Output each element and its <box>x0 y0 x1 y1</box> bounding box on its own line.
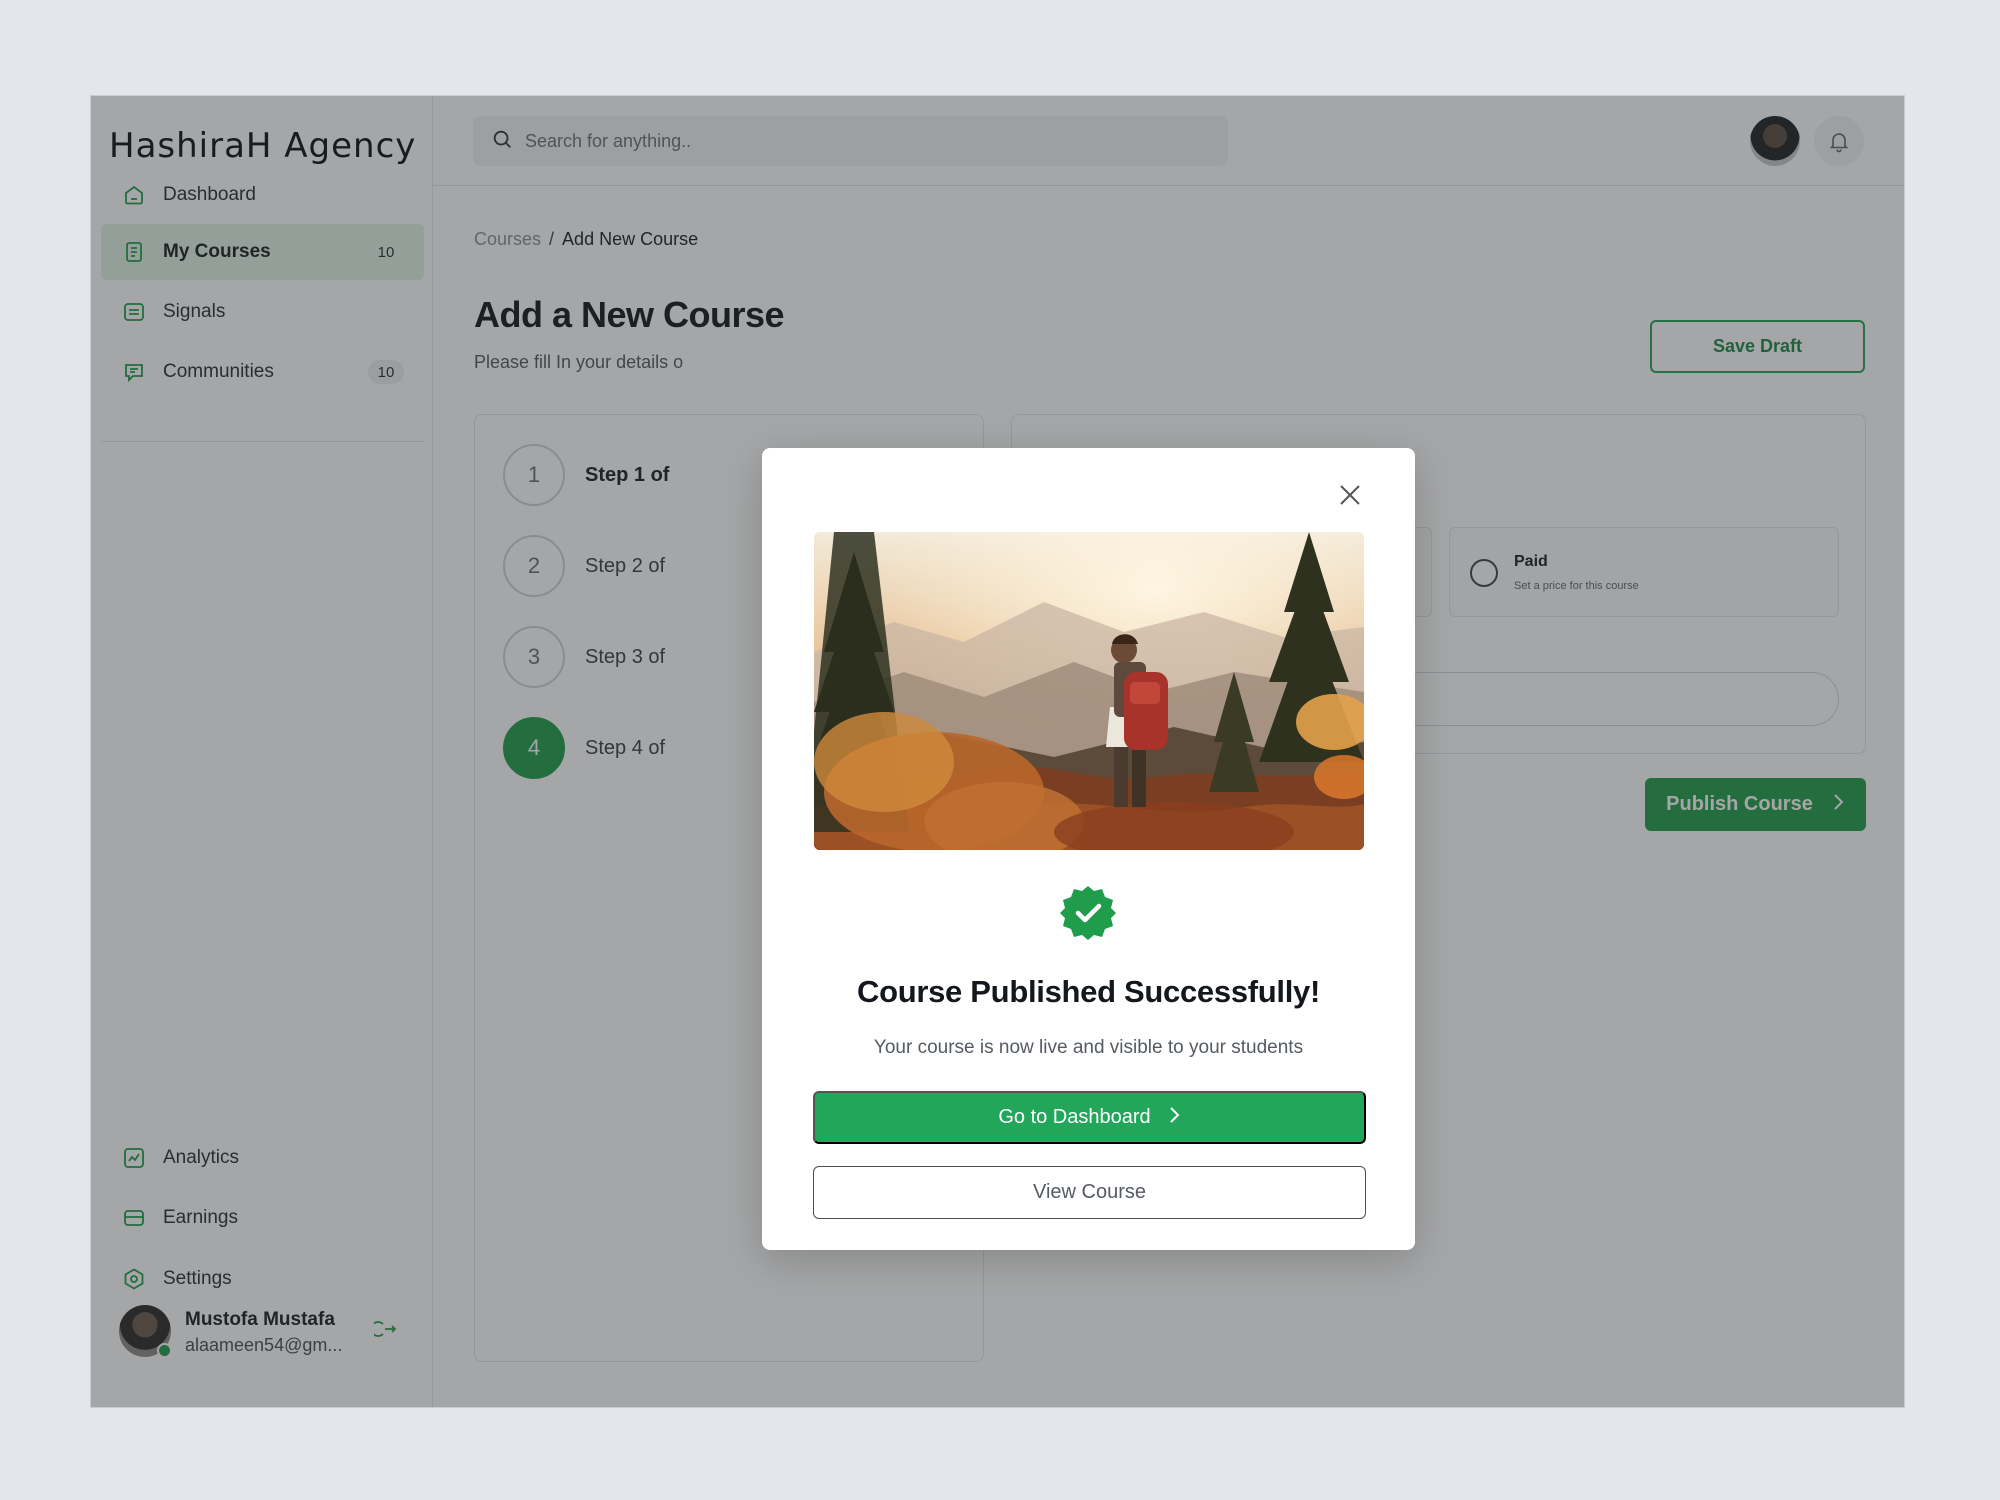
chevron-right-icon <box>1167 1105 1181 1131</box>
success-check-icon <box>1059 884 1117 942</box>
hero-image <box>814 532 1364 850</box>
view-course-button[interactable]: View Course <box>813 1166 1366 1219</box>
app-window: HashiraH Agency Dashboard My Courses 10 … <box>90 95 1905 1408</box>
close-icon[interactable] <box>1335 480 1365 510</box>
success-modal: Course Published Successfully! Your cour… <box>762 448 1415 1250</box>
modal-subtitle: Your course is now live and visible to y… <box>873 1037 1304 1058</box>
go-to-dashboard-button[interactable]: Go to Dashboard <box>813 1091 1366 1144</box>
modal-title: Course Published Successfully! <box>856 974 1321 1009</box>
button-label: Go to Dashboard <box>998 1106 1151 1128</box>
